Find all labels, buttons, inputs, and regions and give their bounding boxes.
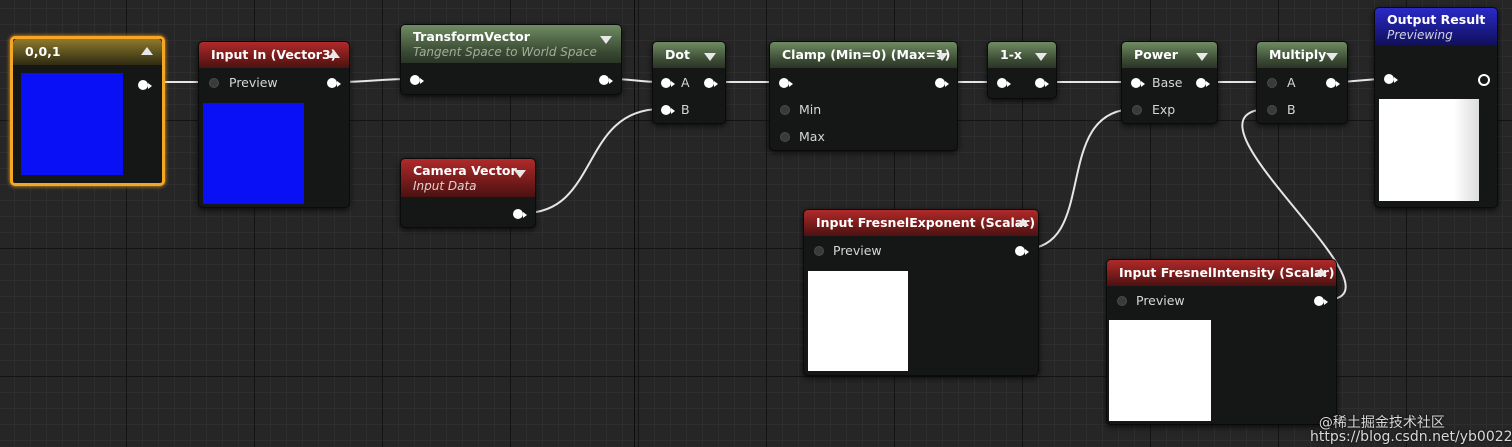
node-title: 0,0,1 <box>25 44 61 59</box>
pin-label-b: B <box>681 102 690 117</box>
pin-label-max: Max <box>799 129 825 144</box>
node-title: Input FresnelIntensity (Scalar) <box>1119 265 1335 280</box>
color-preview-swatch <box>21 73 123 175</box>
pin-label-b: B <box>1287 102 1296 117</box>
pin-label-a: A <box>1287 75 1296 90</box>
node-title: Multiply <box>1269 47 1327 62</box>
multiply-node-header[interactable]: Multiply <box>1257 42 1347 68</box>
output-pin[interactable] <box>513 209 527 221</box>
pin-label-exp: Exp <box>1152 102 1176 117</box>
input-pin-max[interactable] <box>780 132 792 144</box>
node-title: Camera Vector <box>413 163 517 178</box>
dot-node-header[interactable]: Dot <box>653 42 725 68</box>
expand-icon[interactable] <box>704 53 716 61</box>
output-pin[interactable] <box>935 78 949 90</box>
wire-camera-to-dot-b <box>523 108 662 214</box>
node-title: Power <box>1134 47 1178 62</box>
color-preview-swatch <box>203 103 304 204</box>
watermark-label: @稀土掘金技术社区 https://blog.csdn.net/yb0022 <box>1310 415 1512 445</box>
input-pin-b[interactable] <box>1267 105 1279 117</box>
pin-label-a: A <box>681 75 690 90</box>
fresnel-exponent-node[interactable]: Input FresnelExponent (Scalar) Preview <box>803 209 1039 376</box>
output-pin[interactable] <box>1196 78 1210 90</box>
fresnel-intensity-node-header[interactable]: Input FresnelIntensity (Scalar) <box>1107 260 1336 286</box>
fresnel-intensity-node[interactable]: Input FresnelIntensity (Scalar) Preview <box>1106 259 1337 425</box>
output-pin[interactable] <box>1035 78 1049 90</box>
transform-vector-node[interactable]: TransformVector Tangent Space to World S… <box>400 24 622 95</box>
pin-label-preview: Preview <box>1136 293 1185 308</box>
power-node[interactable]: Power Base Exp <box>1121 41 1218 124</box>
wire-exponent-to-power-exp <box>1023 108 1136 250</box>
dot-node[interactable]: Dot A B <box>652 41 726 124</box>
scalar-preview-swatch <box>1109 320 1211 421</box>
clamp-node[interactable]: Clamp (Min=0) (Max=1) Min Max <box>769 41 958 151</box>
node-title: Dot <box>665 47 690 62</box>
watermark-text: @稀土掘金技术社区 https://blog.csdn.net/yb0022 <box>1310 402 1512 444</box>
collapse-icon[interactable] <box>141 47 153 55</box>
input-pin[interactable] <box>410 75 424 87</box>
node-subtitle: Previewing <box>1387 28 1453 42</box>
power-node-header[interactable]: Power <box>1122 42 1217 68</box>
clamp-node-header[interactable]: Clamp (Min=0) (Max=1) <box>770 42 957 68</box>
pin-label-preview: Preview <box>833 243 882 258</box>
node-title: 1-x <box>1000 47 1022 62</box>
output-pin[interactable] <box>1326 78 1340 90</box>
expand-icon[interactable] <box>936 53 948 61</box>
node-subtitle: Input Data <box>413 179 477 193</box>
scalar-preview-swatch <box>808 271 908 371</box>
input-pin-exp[interactable] <box>1132 105 1144 117</box>
output-pin[interactable] <box>1015 246 1029 258</box>
node-subtitle: Tangent Space to World Space <box>413 45 597 59</box>
output-pin[interactable] <box>138 80 152 92</box>
multiply-node[interactable]: Multiply A B <box>1256 41 1348 124</box>
input-pin[interactable] <box>779 78 793 90</box>
constant-node-header[interactable]: 0,0,1 <box>13 39 162 65</box>
collapse-icon[interactable] <box>1017 218 1029 226</box>
camera-vector-node[interactable]: Camera Vector Input Data <box>400 158 536 228</box>
output-pin[interactable] <box>704 78 718 90</box>
output-pin[interactable] <box>1314 296 1328 308</box>
collapse-icon[interactable] <box>328 50 340 58</box>
expand-icon[interactable] <box>1326 53 1338 61</box>
input-pin[interactable] <box>1384 74 1398 86</box>
fresnel-exponent-node-header[interactable]: Input FresnelExponent (Scalar) <box>804 210 1038 236</box>
one-minus-x-node[interactable]: 1-x <box>987 41 1057 99</box>
input-in-node-header[interactable]: Input In (Vector3) <box>199 42 349 68</box>
expand-icon[interactable] <box>1196 53 1208 61</box>
pin-label-min: Min <box>799 102 822 117</box>
input-pin-b[interactable] <box>661 105 675 117</box>
output-preview-swatch <box>1379 99 1479 201</box>
one-minus-x-node-header[interactable]: 1-x <box>988 42 1056 68</box>
expand-icon[interactable] <box>1035 53 1047 61</box>
output-result-node-header[interactable]: Output Result Previewing <box>1375 8 1497 46</box>
pin-label-preview: Preview <box>229 75 278 90</box>
expand-icon[interactable] <box>600 36 612 44</box>
output-pin[interactable] <box>327 78 341 90</box>
output-pin[interactable] <box>1478 74 1490 86</box>
pin-label-base: Base <box>1152 75 1183 90</box>
constant-node[interactable]: 0,0,1 <box>10 36 165 186</box>
input-pin-min[interactable] <box>780 105 792 117</box>
node-title: Clamp (Min=0) (Max=1) <box>782 47 951 62</box>
node-title: Input In (Vector3) <box>211 47 337 62</box>
input-in-node[interactable]: Input In (Vector3) Preview <box>198 41 350 208</box>
output-result-node[interactable]: Output Result Previewing <box>1374 7 1498 208</box>
preview-input-pin[interactable] <box>209 78 221 90</box>
graph-axis-line <box>634 0 635 447</box>
input-pin-base[interactable] <box>1131 78 1145 90</box>
input-pin-a[interactable] <box>1267 78 1279 90</box>
node-title: TransformVector <box>413 29 530 44</box>
camera-vector-node-header[interactable]: Camera Vector Input Data <box>401 159 535 197</box>
node-title: Input FresnelExponent (Scalar) <box>816 215 1036 230</box>
output-pin[interactable] <box>599 75 613 87</box>
expand-icon[interactable] <box>514 170 526 178</box>
input-pin[interactable] <box>997 78 1011 90</box>
preview-input-pin[interactable] <box>814 246 826 258</box>
node-title: Output Result <box>1387 12 1486 27</box>
collapse-icon[interactable] <box>1315 268 1327 276</box>
input-pin-a[interactable] <box>661 78 675 90</box>
preview-input-pin[interactable] <box>1117 296 1129 308</box>
transform-vector-node-header[interactable]: TransformVector Tangent Space to World S… <box>401 25 621 63</box>
